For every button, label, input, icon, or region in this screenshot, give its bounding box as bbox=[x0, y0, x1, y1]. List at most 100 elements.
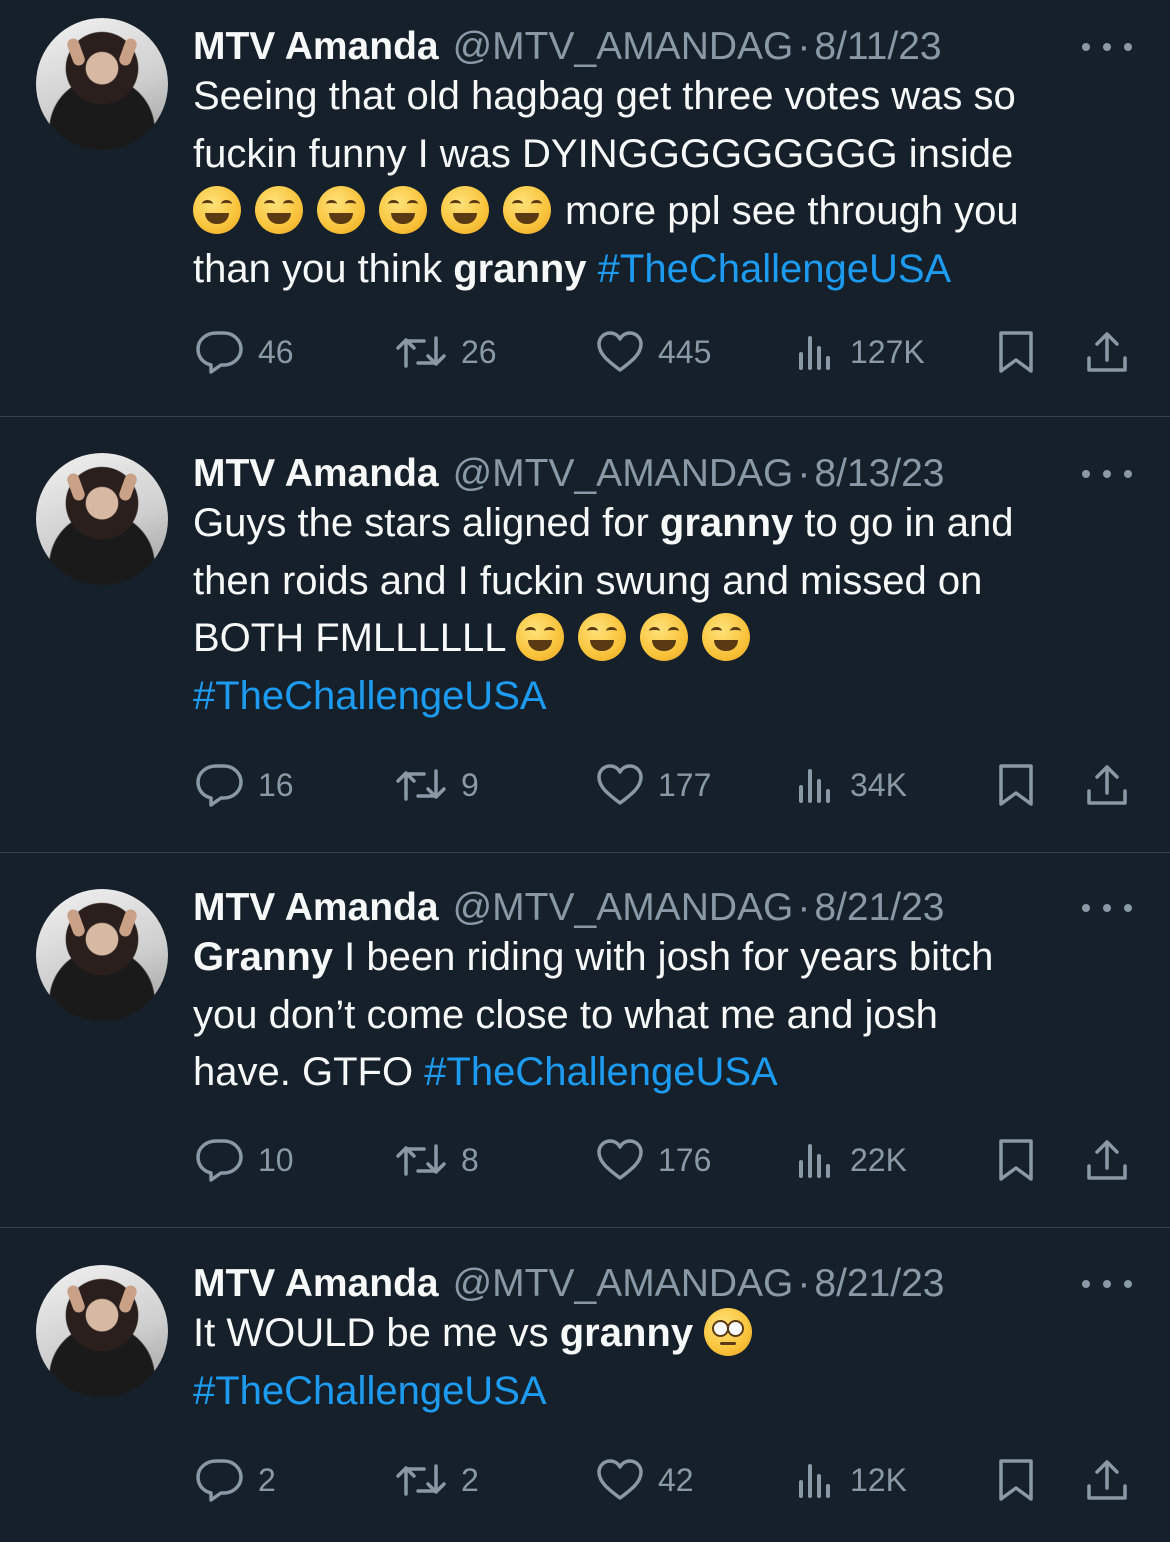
tweet[interactable]: MTV Amanda @MTV_AMANDAG · 8/13/23 Guys t… bbox=[0, 445, 1170, 825]
steam-from-nose-emoji-icon bbox=[516, 613, 565, 661]
like-icon bbox=[597, 1459, 643, 1500]
divider bbox=[0, 416, 1170, 417]
tweet-text-fragment: It WOULD be me vs bbox=[193, 1311, 560, 1355]
retweet-icon bbox=[396, 1464, 446, 1496]
tweet-text: Granny I been riding with josh for years… bbox=[193, 929, 1143, 1102]
tweet[interactable]: MTV Amanda @MTV_AMANDAG · 8/11/23 Seeing… bbox=[0, 18, 1170, 398]
share-button[interactable] bbox=[1085, 1135, 1129, 1185]
bookmark-button[interactable] bbox=[996, 1455, 1036, 1505]
tears-of-joy-emoji-icon bbox=[441, 186, 489, 234]
share-button[interactable] bbox=[1085, 1455, 1129, 1505]
hashtag-link[interactable]: #TheChallengeUSA bbox=[193, 1369, 547, 1413]
tweet-text-fragment: Guys the stars aligned for bbox=[193, 501, 660, 545]
tweet-text-line: you don’t come close to what me and josh bbox=[193, 992, 938, 1037]
reply-button[interactable]: 16 bbox=[196, 760, 294, 810]
views-icon bbox=[799, 1464, 830, 1498]
like-icon bbox=[597, 1139, 643, 1180]
display-name[interactable]: MTV Amanda bbox=[193, 25, 439, 69]
share-button[interactable] bbox=[1085, 760, 1129, 810]
tweet-text-line: Seeing that old hagbag get three votes w… bbox=[193, 74, 1016, 118]
retweet-button[interactable]: 9 bbox=[395, 760, 479, 810]
face-with-rolling-eyes-emoji-icon bbox=[704, 1308, 753, 1356]
like-button[interactable]: 176 bbox=[596, 1135, 711, 1185]
display-name[interactable]: MTV Amanda bbox=[193, 1262, 439, 1306]
retweet-icon bbox=[396, 1144, 446, 1176]
tweet-text-line: #TheChallengeUSA bbox=[193, 668, 1143, 726]
user-handle[interactable]: @MTV_AMANDAG bbox=[453, 886, 794, 930]
reply-button[interactable]: 10 bbox=[196, 1135, 294, 1185]
bookmark-icon bbox=[999, 331, 1033, 373]
bookmark-icon bbox=[999, 764, 1033, 806]
display-name[interactable]: MTV Amanda bbox=[193, 886, 439, 930]
tweet-text: Seeing that old hagbag get three votes w… bbox=[193, 68, 1143, 298]
tweet-text-line: more ppl see through you bbox=[193, 183, 1143, 241]
user-handle[interactable]: @MTV_AMANDAG bbox=[453, 452, 794, 496]
retweet-button[interactable]: 2 bbox=[395, 1455, 479, 1505]
tweet-date[interactable]: 8/21/23 bbox=[814, 886, 944, 930]
separator-dot: · bbox=[797, 25, 811, 68]
views-icon bbox=[799, 336, 830, 370]
like-button[interactable]: 42 bbox=[596, 1455, 694, 1505]
tweet[interactable]: MTV Amanda @MTV_AMANDAG · 8/21/23 It WOU… bbox=[0, 1255, 1170, 1535]
hashtag-link[interactable]: #TheChallengeUSA bbox=[587, 247, 952, 291]
hashtag-link[interactable]: #TheChallengeUSA bbox=[424, 1050, 778, 1094]
tweet-text-fragment: BOTH FMLLLLLL bbox=[193, 616, 505, 660]
retweet-button[interactable]: 26 bbox=[395, 327, 497, 377]
views-icon bbox=[799, 1144, 830, 1178]
tears-of-joy-emoji-icon bbox=[255, 186, 303, 234]
tweet-date[interactable]: 8/11/23 bbox=[814, 25, 941, 69]
reply-count: 2 bbox=[258, 1461, 276, 1498]
bookmark-button[interactable] bbox=[996, 1135, 1036, 1185]
separator-dot: · bbox=[797, 1262, 811, 1305]
tears-of-joy-emoji-icon bbox=[193, 186, 241, 234]
views-button[interactable]: 127K bbox=[796, 327, 925, 377]
views-count: 22K bbox=[850, 1141, 907, 1178]
separator-dot: · bbox=[797, 886, 811, 929]
tweet-text-fragment: more ppl see through you bbox=[565, 189, 1019, 233]
user-handle[interactable]: @MTV_AMANDAG bbox=[453, 1262, 794, 1306]
tweet-text-fragment: than you think bbox=[193, 246, 454, 291]
reply-button[interactable]: 2 bbox=[196, 1455, 276, 1505]
views-count: 127K bbox=[850, 333, 925, 370]
divider bbox=[0, 1227, 1170, 1228]
views-button[interactable]: 12K bbox=[796, 1455, 907, 1505]
reply-icon bbox=[196, 331, 243, 374]
reply-icon bbox=[196, 1139, 243, 1182]
views-button[interactable]: 34K bbox=[796, 760, 907, 810]
avatar[interactable] bbox=[36, 453, 168, 585]
reply-button[interactable]: 46 bbox=[196, 327, 294, 377]
tweet-text-line: fuckin funny I was DYINGGGGGGGGG inside bbox=[193, 131, 1014, 176]
bold-word: granny bbox=[453, 246, 587, 291]
tweet-date[interactable]: 8/13/23 bbox=[814, 452, 944, 496]
avatar[interactable] bbox=[36, 889, 168, 1021]
like-count: 177 bbox=[658, 766, 712, 803]
bookmark-button[interactable] bbox=[996, 327, 1036, 377]
hashtag-link[interactable]: #TheChallengeUSA bbox=[193, 674, 547, 718]
display-name[interactable]: MTV Amanda bbox=[193, 452, 439, 496]
user-handle[interactable]: @MTV_AMANDAG bbox=[453, 25, 794, 69]
tweet-text-line: Guys the stars aligned for granny to go … bbox=[193, 495, 1143, 553]
tired-face-emoji-icon bbox=[640, 613, 689, 661]
avatar[interactable] bbox=[36, 1265, 168, 1397]
like-button[interactable]: 445 bbox=[596, 327, 711, 377]
retweet-icon bbox=[396, 769, 446, 801]
tweet-date[interactable]: 8/21/23 bbox=[814, 1262, 944, 1306]
views-button[interactable]: 22K bbox=[796, 1135, 907, 1185]
tweet-text-fragment: I been riding with josh for years bitch bbox=[333, 935, 994, 979]
retweet-count: 26 bbox=[461, 333, 497, 370]
retweet-icon bbox=[396, 336, 446, 368]
avatar[interactable] bbox=[36, 18, 168, 150]
tears-of-joy-emoji-icon bbox=[317, 186, 365, 234]
share-icon bbox=[1087, 1460, 1127, 1500]
views-count: 12K bbox=[850, 1461, 907, 1498]
tweet-text-fragment: to go in and bbox=[793, 501, 1014, 545]
tweet-actions: 10 8 176 22K bbox=[0, 1135, 1170, 1185]
share-button[interactable] bbox=[1085, 327, 1129, 377]
retweet-button[interactable]: 8 bbox=[395, 1135, 479, 1185]
tweet[interactable]: MTV Amanda @MTV_AMANDAG · 8/21/23 Granny… bbox=[0, 879, 1170, 1199]
share-icon bbox=[1087, 765, 1127, 805]
bookmark-button[interactable] bbox=[996, 760, 1036, 810]
like-button[interactable]: 177 bbox=[596, 760, 711, 810]
bold-word: Granny bbox=[193, 935, 334, 979]
like-icon bbox=[597, 764, 643, 805]
